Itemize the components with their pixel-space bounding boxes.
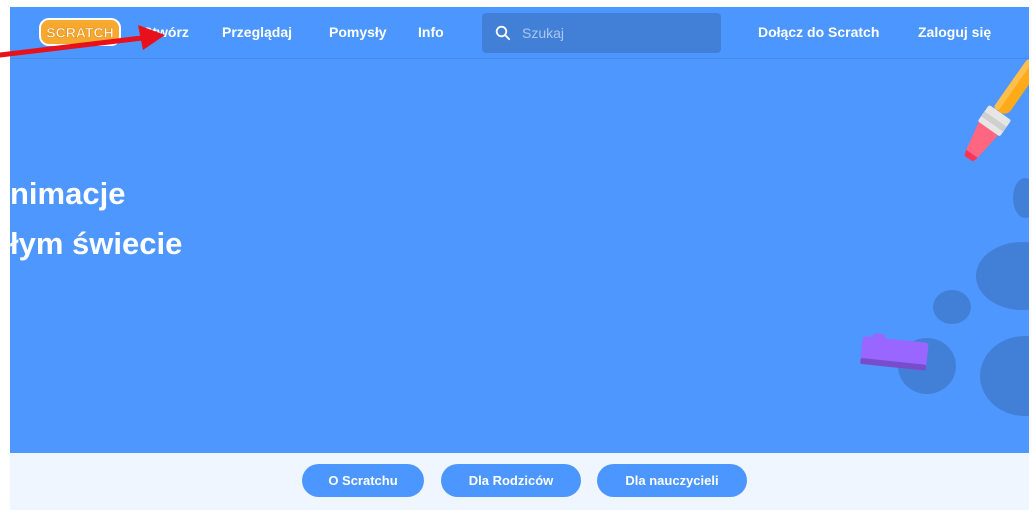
hero-headline-line-1: nimacje <box>10 176 126 211</box>
puzzle-block-icon <box>860 333 929 371</box>
blob-shape <box>980 336 1029 416</box>
for-educators-button[interactable]: Dla nauczycieli <box>597 464 747 497</box>
hero-banner: nimacje łym świecie <box>10 58 1029 453</box>
blob-shape <box>933 290 971 324</box>
browser-viewport: SCRATCH Stwórz Przeglądaj Pomysły Info D… <box>10 7 1029 510</box>
search-input[interactable] <box>522 13 712 53</box>
nav-explore[interactable]: Przeglądaj <box>222 7 292 58</box>
paintbrush-icon <box>964 59 1029 162</box>
blob-shape <box>976 242 1029 310</box>
about-scratch-button[interactable]: O Scratchu <box>302 464 424 497</box>
join-scratch-link[interactable]: Dołącz do Scratch <box>758 7 879 58</box>
intro-links-bar: O Scratchu Dla Rodziców Dla nauczycieli <box>10 453 1029 510</box>
for-parents-button[interactable]: Dla Rodziców <box>441 464 581 497</box>
sign-in-link[interactable]: Zaloguj się <box>918 7 991 58</box>
nav-create[interactable]: Stwórz <box>143 7 189 58</box>
hero-headline-line-2: łym świecie <box>10 226 183 261</box>
nav-ideas[interactable]: Pomysły <box>329 7 387 58</box>
blob-shape <box>1013 178 1029 218</box>
logo-text: SCRATCH <box>46 25 113 41</box>
search-icon <box>495 25 511 41</box>
top-navbar: SCRATCH Stwórz Przeglądaj Pomysły Info D… <box>10 7 1029 58</box>
scratch-logo[interactable]: SCRATCH <box>39 18 121 46</box>
search-box[interactable] <box>482 13 721 53</box>
nav-about[interactable]: Info <box>418 7 444 58</box>
